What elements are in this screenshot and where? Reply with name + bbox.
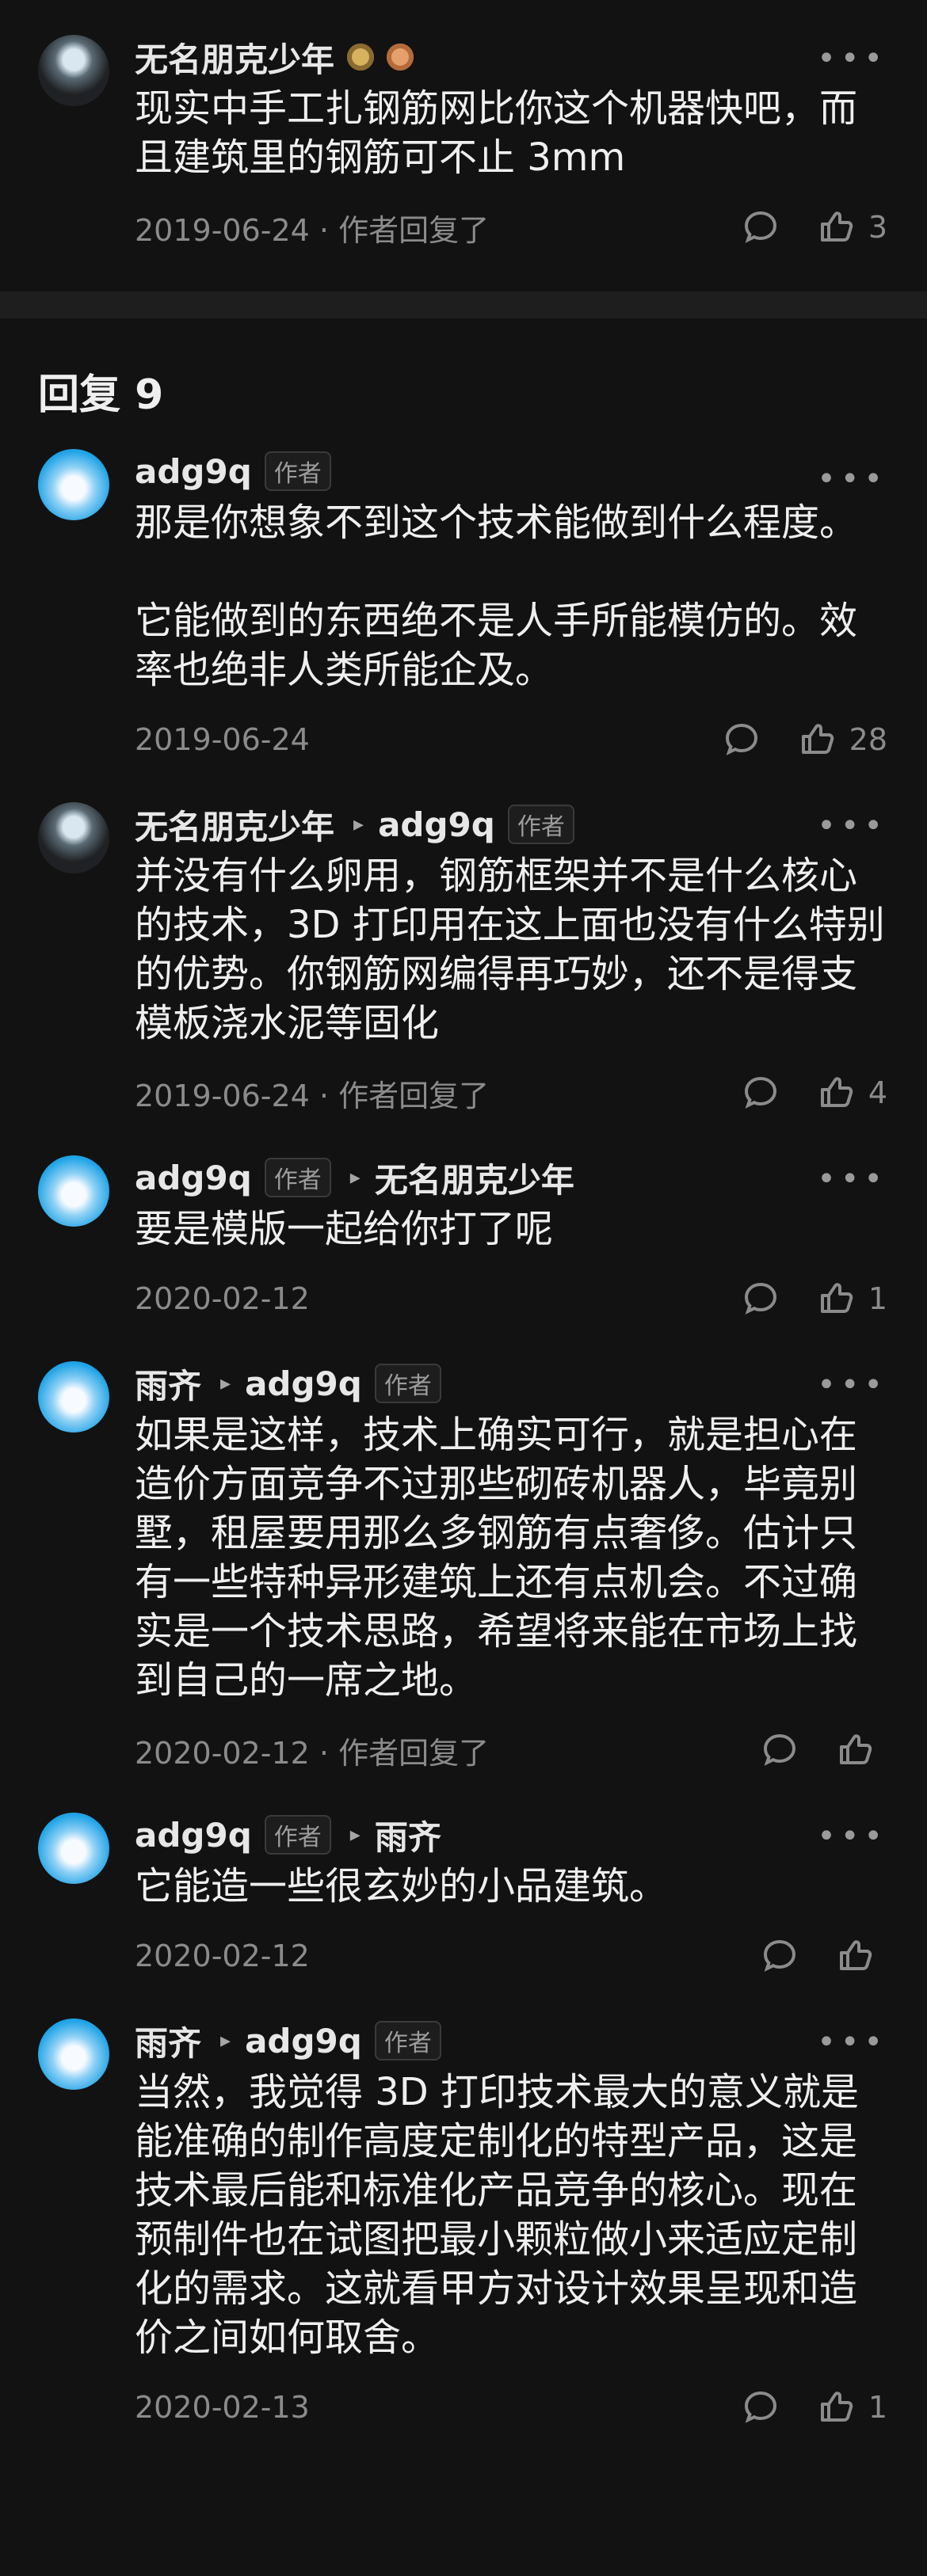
comment-date: 2019-06-24 · 作者回复了 <box>135 1078 490 1113</box>
comment-icon <box>744 211 776 243</box>
more-options-icon[interactable]: ••• <box>817 463 887 495</box>
comment-date: 2020-02-12 · 作者回复了 <box>135 1735 490 1771</box>
reply-button[interactable] <box>759 1729 800 1771</box>
thumb-up-icon <box>820 1077 853 1107</box>
avatar[interactable] <box>38 1155 109 1227</box>
author-badge: 作者 <box>264 451 331 491</box>
thumb-up-icon <box>801 724 834 754</box>
comment-text: 那是你想象不到这个技术能做到什么程度。 它能做到的东西绝不是人手所能模仿的。效率… <box>135 500 858 692</box>
comment-date: 2020-02-13 <box>135 2390 310 2425</box>
comment-icon <box>744 1076 776 1109</box>
more-options-icon[interactable]: ••• <box>817 1369 887 1401</box>
thumb-up-icon <box>840 1940 872 1970</box>
comment-icon <box>763 1733 796 1766</box>
thumb-up-icon <box>820 211 853 242</box>
reply-to-arrow-icon: ▸ <box>353 812 364 836</box>
comment-text: 如果是这样，技术上确实可行，就是担心在造价方面竞争不过那些砌砖机器人，毕竟别墅，… <box>135 1413 858 1703</box>
comment-text: 并没有什么卵用，钢筋框架并不是什么核心的技术，3D 打印用在这上面也没有什么特别… <box>135 854 885 1045</box>
reply-button[interactable] <box>740 2387 781 2428</box>
author-name[interactable]: adg9q <box>135 1816 252 1855</box>
reply-button[interactable] <box>740 1072 781 1113</box>
reply-item: adg9q 作者 ▸ 无名朋克少年 要是模版一起给你打了呢 2020-02-12… <box>0 1121 927 1326</box>
avatar[interactable] <box>38 2019 109 2090</box>
like-button[interactable] <box>834 1729 887 1771</box>
like-count: 1 <box>868 1281 887 1316</box>
reply-item: 雨齐 ▸ adg9q 作者 如果是这样，技术上确实可行，就是担心在造价方面竞争不… <box>0 1326 927 1778</box>
reply-button[interactable] <box>740 1278 781 1319</box>
reply-to-badge: 作者 <box>507 805 574 844</box>
thumb-up-icon <box>820 1283 853 1313</box>
like-button[interactable]: 4 <box>814 1072 887 1113</box>
comment-icon <box>744 1282 776 1315</box>
comment-date: 2019-06-24 · 作者回复了 <box>135 212 490 248</box>
author-name[interactable]: 雨齐 <box>135 2017 201 2065</box>
reply-to-name[interactable]: 无名朋克少年 <box>375 1154 574 1202</box>
avatar[interactable] <box>38 1361 109 1433</box>
reply-to-arrow-icon: ▸ <box>220 1372 231 1395</box>
like-count: 3 <box>868 210 887 245</box>
like-count: 1 <box>868 2390 887 2425</box>
comment-text: 现实中手工扎钢筋网比你这个机器快吧，而且建筑里的钢筋可不止 3mm <box>135 86 858 180</box>
like-button[interactable]: 3 <box>814 207 887 248</box>
comment-text: 它能造一些很玄妙的小品建筑。 <box>135 1864 668 1908</box>
reply-to-arrow-icon: ▸ <box>349 1166 360 1189</box>
reply-to-name[interactable]: 雨齐 <box>375 1811 441 1859</box>
reply-item: 雨齐 ▸ adg9q 作者 当然，我觉得 3D 打印技术最大的意义就是能准确的制… <box>0 1984 927 2435</box>
like-count: 28 <box>849 722 887 757</box>
avatar[interactable] <box>38 1813 109 1884</box>
like-count: 4 <box>868 1075 887 1110</box>
more-options-icon[interactable]: ••• <box>817 1163 887 1195</box>
reply-button[interactable] <box>759 1935 800 1977</box>
thumb-up-icon <box>820 2391 853 2422</box>
more-options-icon[interactable]: ••• <box>817 43 887 74</box>
more-options-icon[interactable]: ••• <box>817 2026 887 2058</box>
reply-to-arrow-icon: ▸ <box>349 1823 360 1847</box>
reply-to-badge: 作者 <box>374 1364 441 1403</box>
replies-list: adg9q 作者 那是你想象不到这个技术能做到什么程度。 它能做到的东西绝不是人… <box>0 420 927 2435</box>
like-button[interactable]: 28 <box>795 719 887 760</box>
comment-text: 当然，我觉得 3D 打印技术最大的意义就是能准确的制作高度定制化的特型产品，这是… <box>135 2070 860 2360</box>
avatar[interactable] <box>38 35 109 106</box>
more-options-icon[interactable]: ••• <box>817 810 887 842</box>
replies-header: 回复 9 <box>38 371 164 419</box>
comment-date: 2020-02-12 <box>135 1281 310 1316</box>
reply-button[interactable] <box>721 719 762 760</box>
author-name[interactable]: adg9q <box>135 1159 252 1197</box>
author-badge: 作者 <box>264 1815 331 1855</box>
reply-item: adg9q 作者 ▸ 雨齐 它能造一些很玄妙的小品建筑。 2020-02-12 <box>0 1778 927 1984</box>
thumb-up-icon <box>840 1734 872 1764</box>
like-button[interactable]: 1 <box>814 1278 887 1319</box>
comment-date: 2020-02-12 <box>135 1939 310 1973</box>
like-button[interactable] <box>834 1935 887 1977</box>
author-name[interactable]: adg9q <box>135 452 252 491</box>
reply-to-name[interactable]: adg9q <box>245 2022 362 2060</box>
reply-button[interactable] <box>740 207 781 248</box>
reply-to-arrow-icon: ▸ <box>220 2029 231 2053</box>
author-badge: 作者 <box>264 1158 331 1197</box>
reply-to-badge: 作者 <box>374 2021 441 2060</box>
comment-icon <box>744 2391 776 2423</box>
reply-to-name[interactable]: adg9q <box>378 805 495 844</box>
crown-badge-icon <box>347 44 375 70</box>
comment-date: 2019-06-24 <box>135 722 310 757</box>
avatar[interactable] <box>38 802 109 873</box>
comment-text: 要是模版一起给你打了呢 <box>135 1207 554 1251</box>
author-name[interactable]: 雨齐 <box>135 1360 201 1408</box>
reply-item: 无名朋克少年 ▸ adg9q 作者 并没有什么卵用，钢筋框架并不是什么核心的技术… <box>0 767 927 1121</box>
reply-to-name[interactable]: adg9q <box>245 1364 362 1403</box>
author-name[interactable]: 无名朋克少年 <box>135 33 334 82</box>
comment-icon <box>763 1939 796 1972</box>
section-divider <box>0 291 927 318</box>
like-button[interactable]: 1 <box>814 2387 887 2428</box>
avatar[interactable] <box>38 449 109 520</box>
author-name[interactable]: 无名朋克少年 <box>135 801 334 849</box>
more-options-icon[interactable]: ••• <box>817 1821 887 1852</box>
top-comment: 无名朋克少年 现实中手工扎钢筋网比你这个机器快吧，而且建筑里的钢筋可不止 3mm… <box>0 0 927 255</box>
comment-icon <box>725 723 757 755</box>
eye-badge-icon <box>387 44 414 70</box>
reply-item: adg9q 作者 那是你想象不到这个技术能做到什么程度。 它能做到的东西绝不是人… <box>0 420 927 767</box>
